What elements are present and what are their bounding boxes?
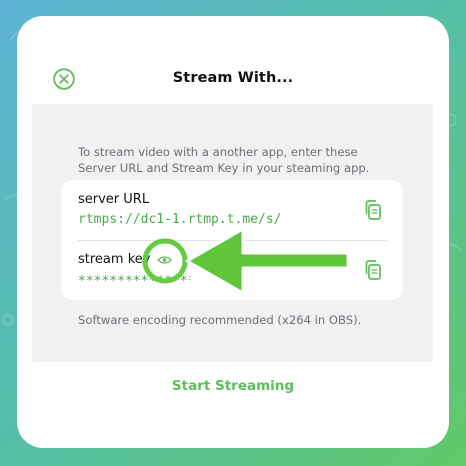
server-url-label: server URL xyxy=(78,192,150,207)
encoding-note: Software encoding recommended (x264 in O… xyxy=(78,313,362,327)
copy-key-icon[interactable] xyxy=(362,259,384,281)
instructions-text: To stream video with a another app, ente… xyxy=(78,145,370,175)
dialog-title: Stream With... xyxy=(172,70,294,86)
start-streaming-button[interactable]: Start Streaming xyxy=(0,378,466,394)
stream-key-label: stream key xyxy=(78,252,151,267)
stream-key-value[interactable]: *************** xyxy=(78,274,190,289)
field-divider xyxy=(78,240,387,241)
server-url-value[interactable]: rtmps://dc1-1.rtmp.t.me/s/ xyxy=(78,212,348,227)
copy-url-icon[interactable] xyxy=(362,199,384,221)
eye-icon[interactable] xyxy=(157,255,172,265)
